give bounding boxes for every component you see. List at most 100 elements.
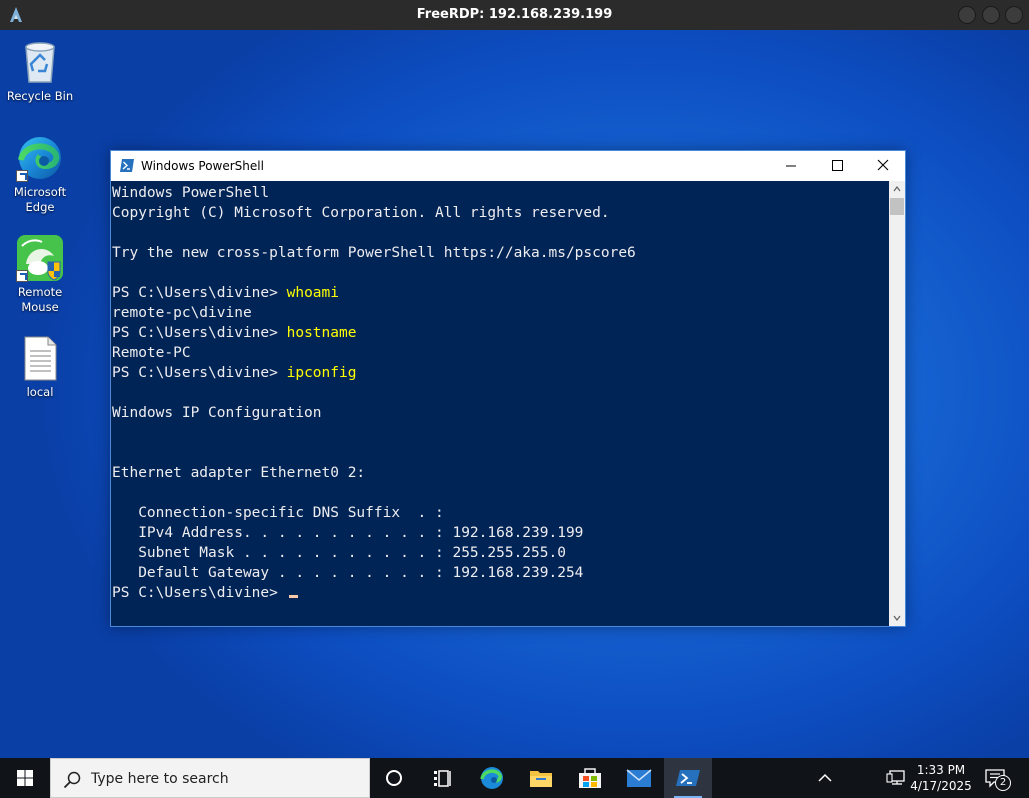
powershell-console[interactable]: Windows PowerShell Copyright (C) Microsof… <box>111 181 889 626</box>
powershell-icon <box>120 159 134 172</box>
taskbar: Type here to search 1:33 PM 4/17/2025 2 <box>0 758 1029 798</box>
console-line: Windows IP Configuration <box>112 403 889 423</box>
console-output: Connection-specific DNS Suffix . : <box>112 505 444 521</box>
console-line: PS C:\Users\divine> whoami <box>112 283 889 303</box>
console-line: Copyright (C) Microsoft Corporation. All… <box>112 203 889 223</box>
desktop-icon-recycle-bin[interactable]: Recycle Bin <box>2 38 78 104</box>
minimize-button[interactable] <box>768 151 814 181</box>
console-line: IPv4 Address. . . . . . . . . . . : 192.… <box>112 523 889 543</box>
freerdp-title-bar: FreeRDP: 192.168.239.199 <box>0 0 1029 30</box>
console-output: Subnet Mask . . . . . . . . . . . : 255.… <box>112 545 566 561</box>
store-bag-icon <box>579 768 601 788</box>
desktop-icon-label: Remote Mouse <box>17 285 63 314</box>
mail-button[interactable] <box>615 758 663 798</box>
scroll-up-arrow-icon[interactable] <box>893 185 901 193</box>
show-hidden-icons-button[interactable] <box>810 758 840 798</box>
desktop-icon-label: Microsoft Edge <box>13 185 67 214</box>
console-output: Copyright (C) Microsoft Corporation. All… <box>112 205 610 221</box>
start-button[interactable] <box>0 758 50 798</box>
shortcut-arrow-icon <box>16 170 28 182</box>
desktop-icon-label: Recycle Bin <box>6 89 74 103</box>
powershell-window-title: Windows PowerShell <box>141 159 264 173</box>
console-line: PS C:\Users\divine> ipconfig <box>112 363 889 383</box>
console-line: Remote-PC <box>112 343 889 363</box>
cortana-button[interactable] <box>370 758 418 798</box>
task-view-button[interactable] <box>418 758 466 798</box>
powershell-title-bar[interactable]: Windows PowerShell <box>111 151 905 181</box>
console-line: Subnet Mask . . . . . . . . . . . : 255.… <box>112 543 889 563</box>
console-line: PS C:\Users\divine> <box>112 583 889 603</box>
edge-icon <box>480 767 503 789</box>
microsoft-store-button[interactable] <box>566 758 614 798</box>
taskbar-edge-button[interactable] <box>468 758 516 798</box>
scroll-down-arrow-icon[interactable] <box>893 614 901 622</box>
freerdp-window-title: FreeRDP: 192.168.239.199 <box>416 7 613 22</box>
console-line: Default Gateway . . . . . . . . . : 192.… <box>112 563 889 583</box>
cortana-circle-icon <box>386 770 402 786</box>
console-line: Windows PowerShell <box>112 183 889 203</box>
powershell-window[interactable]: Windows PowerShell Windows PowerShell Cop… <box>110 150 906 627</box>
action-center-button[interactable]: 2 <box>982 758 1012 798</box>
console-line: PS C:\Users\divine> hostname <box>112 323 889 343</box>
console-prompt: PS C:\Users\divine> <box>112 365 287 381</box>
search-placeholder: Type here to search <box>91 771 229 787</box>
desktop-icon-local[interactable]: local <box>2 334 78 400</box>
taskbar-search-box[interactable]: Type here to search <box>50 758 370 798</box>
close-icon <box>877 159 889 171</box>
console-output: Default Gateway . . . . . . . . . : 192.… <box>112 565 584 581</box>
console-output: IPv4 Address. . . . . . . . . . . : 192.… <box>112 525 584 541</box>
rdp-minimize-button[interactable] <box>958 6 976 24</box>
scrollbar-thumb[interactable] <box>890 198 904 215</box>
maximize-button[interactable] <box>814 151 860 181</box>
notification-count-badge: 2 <box>995 775 1011 791</box>
taskbar-powershell-button[interactable] <box>664 758 712 798</box>
taskbar-clock[interactable]: 1:33 PM 4/17/2025 <box>908 762 974 794</box>
desktop-icon-edge[interactable]: Microsoft Edge <box>2 134 78 215</box>
rdp-maximize-button[interactable] <box>982 6 1000 24</box>
console-line: remote-pc\divine <box>112 303 889 323</box>
console-prompt: PS C:\Users\divine> <box>112 285 287 301</box>
clock-time: 1:33 PM <box>916 763 966 777</box>
console-prompt: PS C:\Users\divine> <box>112 585 287 601</box>
console-output: Try the new cross-platform PowerShell ht… <box>112 245 636 261</box>
desktop: Recycle Bin Microsoft Edge Remote Mouse … <box>0 30 1029 758</box>
console-command: whoami <box>286 285 339 301</box>
console-line: Try the new cross-platform PowerShell ht… <box>112 243 889 263</box>
text-cursor <box>288 595 298 598</box>
desktop-icon-label: local <box>26 385 54 399</box>
console-command: ipconfig <box>286 365 357 381</box>
console-command: hostname <box>286 325 357 341</box>
console-output: Remote-PC <box>112 345 191 361</box>
clock-date: 4/17/2025 <box>910 779 972 793</box>
powershell-icon <box>676 770 700 786</box>
console-prompt: PS C:\Users\divine> <box>112 325 287 341</box>
console-output: remote-pc\divine <box>112 305 252 321</box>
maximize-icon <box>832 160 843 171</box>
desktop-icon-remote-mouse[interactable]: Remote Mouse <box>2 234 78 315</box>
minimize-icon <box>786 165 796 167</box>
console-output: Windows PowerShell <box>112 185 270 201</box>
windows-logo-icon <box>17 770 33 786</box>
recycle-bin-icon <box>25 42 55 83</box>
text-file-icon <box>24 336 57 381</box>
folder-icon <box>530 771 552 787</box>
search-icon <box>63 771 81 789</box>
file-explorer-button[interactable] <box>517 758 565 798</box>
close-button[interactable] <box>860 151 906 181</box>
console-line: Connection-specific DNS Suffix . : <box>112 503 889 523</box>
task-view-icon <box>434 770 451 787</box>
console-line: Ethernet adapter Ethernet0 2: <box>112 463 889 483</box>
console-output: Ethernet adapter Ethernet0 2: <box>112 465 366 481</box>
mail-icon <box>626 769 652 787</box>
shortcut-arrow-icon <box>16 270 28 282</box>
chevron-up-icon <box>818 773 832 782</box>
rdp-close-button[interactable] <box>1005 6 1023 24</box>
vertical-scrollbar[interactable] <box>889 181 905 626</box>
console-output: Windows IP Configuration <box>112 405 322 421</box>
